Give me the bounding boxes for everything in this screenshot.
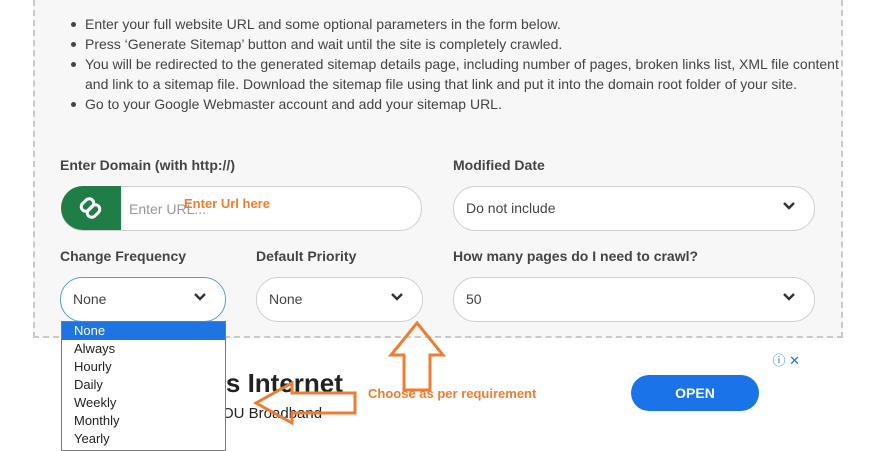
bottom-url-strip [0, 436, 869, 443]
up-arrow-icon [387, 320, 447, 392]
annotation-arrows [252, 320, 447, 426]
left-arrow-icon [252, 380, 357, 426]
